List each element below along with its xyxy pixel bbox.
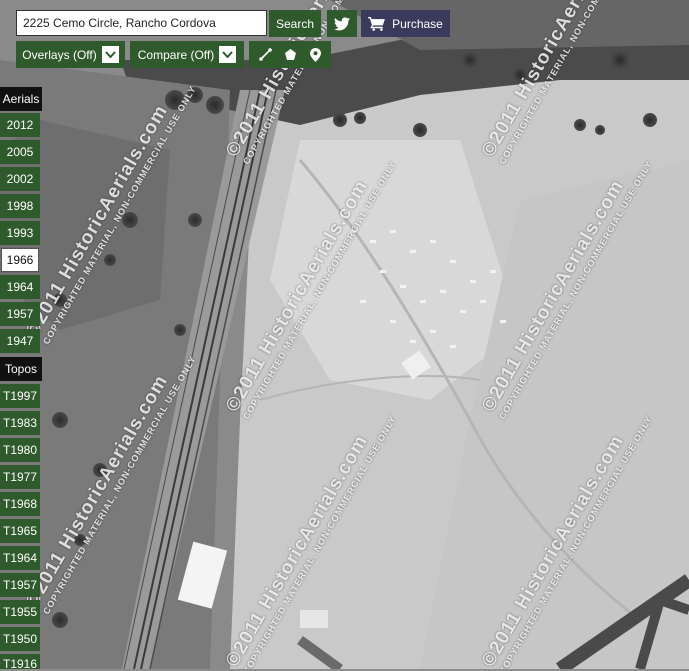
aerial-year-2005[interactable]: 2005 [0,140,40,164]
search-box [16,10,267,36]
aerial-map[interactable]: ©2011 HistoricAerials.com COPYRIGHTED MAT… [0,0,689,669]
search-button[interactable]: Search [269,10,321,37]
aerial-year-1947[interactable]: 1947 [0,329,40,353]
draw-tools [249,41,331,68]
topo-year-t1983[interactable]: T1983 [0,411,40,435]
aerial-year-2002[interactable]: 2002 [0,167,40,191]
topo-year-t1980[interactable]: T1980 [0,438,40,462]
purchase-label: Purchase [392,16,443,31]
aerial-year-1993[interactable]: 1993 [0,221,40,245]
twitter-icon [334,16,350,30]
compare-label: Compare (Off) [137,47,215,62]
aerial-year-1998[interactable]: 1998 [0,194,40,218]
aerial-year-1964[interactable]: 1964 [0,275,40,299]
topo-year-t1977[interactable]: T1977 [0,465,40,489]
chevron-down-icon [101,46,119,63]
topo-year-t1916[interactable]: T1916 [0,654,40,671]
topo-year-t1955[interactable]: T1955 [0,600,40,624]
twitter-share-button[interactable] [327,10,357,37]
map-pin-icon [309,47,321,62]
topo-year-t1968[interactable]: T1968 [0,492,40,516]
measure-line-icon [259,48,272,61]
overlays-label: Overlays (Off) [22,47,97,62]
topo-year-t1964[interactable]: T1964 [0,546,40,570]
polygon-tool[interactable] [284,48,297,61]
topo-year-t1950[interactable]: T1950 [0,627,40,651]
aerial-year-1957[interactable]: 1957 [0,302,40,326]
cart-icon [368,16,386,31]
overlays-dropdown[interactable]: Overlays (Off) [16,41,125,68]
purchase-button[interactable]: Purchase [361,10,450,37]
search-input[interactable] [17,11,266,35]
compare-dropdown[interactable]: Compare (Off) [130,41,244,68]
aerials-heading: Aerials [0,87,42,111]
topos-heading: Topos [0,357,42,381]
aerial-photo [0,0,689,669]
measure-line-tool[interactable] [259,48,272,61]
topo-year-t1957[interactable]: T1957 [0,573,40,597]
polygon-icon [285,49,297,60]
aerial-year-2012[interactable]: 2012 [0,113,40,137]
chevron-down-icon [219,46,237,63]
map-pin-tool[interactable] [309,47,321,62]
topo-year-t1965[interactable]: T1965 [0,519,40,543]
topo-year-t1997[interactable]: T1997 [0,384,40,408]
aerial-year-1966-selected[interactable]: 1966 [1,248,39,272]
